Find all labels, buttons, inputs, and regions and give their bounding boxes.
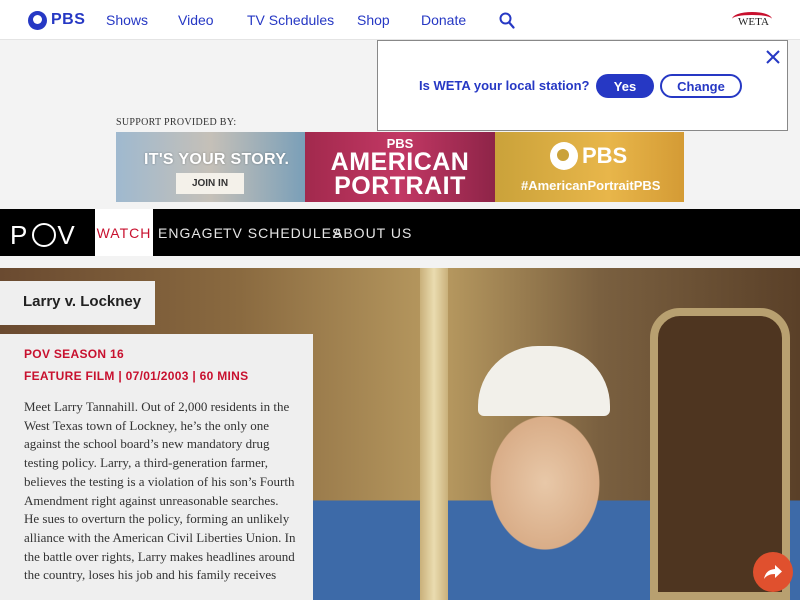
pov-nav: PV WATCH ENGAGE TV SCHEDULES ABOUT US: [0, 209, 800, 256]
hero-pillar: [420, 268, 448, 600]
season-label: POV SEASON 16: [24, 347, 124, 361]
nav-link-donate[interactable]: Donate: [421, 12, 466, 28]
ad-panel-american-portrait: PBS AMERICAN PORTRAIT: [305, 132, 495, 202]
episode-description: Meet Larry Tannahill. Out of 2,000 resid…: [24, 399, 296, 583]
ad-hashtag: #AmericanPortraitPBS: [521, 178, 661, 193]
ad-headline: IT'S YOUR STORY.: [144, 151, 290, 168]
change-station-button[interactable]: Change: [660, 74, 742, 98]
pov-tab-engage[interactable]: ENGAGE: [158, 209, 224, 256]
pov-logo[interactable]: PV: [10, 220, 79, 251]
pbs-head-icon: [550, 142, 578, 170]
pbs-logo-text: PBS: [51, 11, 86, 28]
yes-button[interactable]: Yes: [596, 74, 654, 98]
nav-link-shows[interactable]: Shows: [106, 12, 148, 28]
pov-logo-v: V: [57, 220, 79, 250]
close-icon[interactable]: [766, 50, 780, 64]
pov-tab-watch[interactable]: WATCH: [95, 209, 153, 256]
local-station-popup: Is WETA your local station? Yes Change: [377, 40, 788, 131]
support-label: SUPPORT PROVIDED BY:: [116, 117, 237, 128]
pbs-top-nav: PBS Shows Video TV Schedules Shop Donate…: [0, 0, 800, 40]
share-button[interactable]: [753, 552, 793, 592]
ad-american-text: AMERICAN: [330, 148, 470, 176]
ad-pbs-logo-text: PBS: [582, 143, 628, 168]
station-logo-text: WETA: [738, 16, 769, 28]
pbs-logo[interactable]: PBS: [28, 10, 85, 30]
pov-logo-o-icon: [32, 223, 57, 247]
station-logo[interactable]: WETA: [730, 10, 774, 32]
sponsor-ad-banner[interactable]: IT'S YOUR STORY. JOIN IN PBS AMERICAN PO…: [116, 132, 684, 202]
ad-portrait-text: PORTRAIT: [334, 172, 466, 200]
station-question: Is WETA your local station?: [419, 78, 590, 93]
episode-info-panel: POV SEASON 16 FEATURE FILM | 07/01/2003 …: [0, 334, 313, 600]
episode-title: Larry v. Lockney: [23, 293, 142, 310]
ad-pbs-logo: PBS: [550, 142, 627, 170]
pov-tab-about-us[interactable]: ABOUT US: [333, 209, 412, 256]
nav-link-shop[interactable]: Shop: [357, 12, 390, 28]
nav-link-video[interactable]: Video: [178, 12, 214, 28]
episode-title-tab: Larry v. Lockney: [0, 281, 155, 325]
ad-panel-hashtag: PBS #AmericanPortraitPBS: [495, 132, 684, 202]
pov-tab-tv-schedules[interactable]: TV SCHEDULES: [223, 209, 342, 256]
nav-link-tv-schedules[interactable]: TV Schedules: [247, 12, 334, 28]
search-icon[interactable]: [499, 12, 515, 29]
pbs-head-icon: [28, 10, 47, 30]
episode-meta: FEATURE FILM | 07/01/2003 | 60 MINS: [24, 369, 249, 383]
ad-join-button[interactable]: JOIN IN: [176, 173, 244, 194]
pov-logo-p: P: [10, 220, 32, 250]
hero-cap: [478, 346, 610, 416]
ad-panel-your-story: IT'S YOUR STORY. JOIN IN: [116, 132, 305, 202]
share-arrow-icon: [764, 565, 782, 579]
